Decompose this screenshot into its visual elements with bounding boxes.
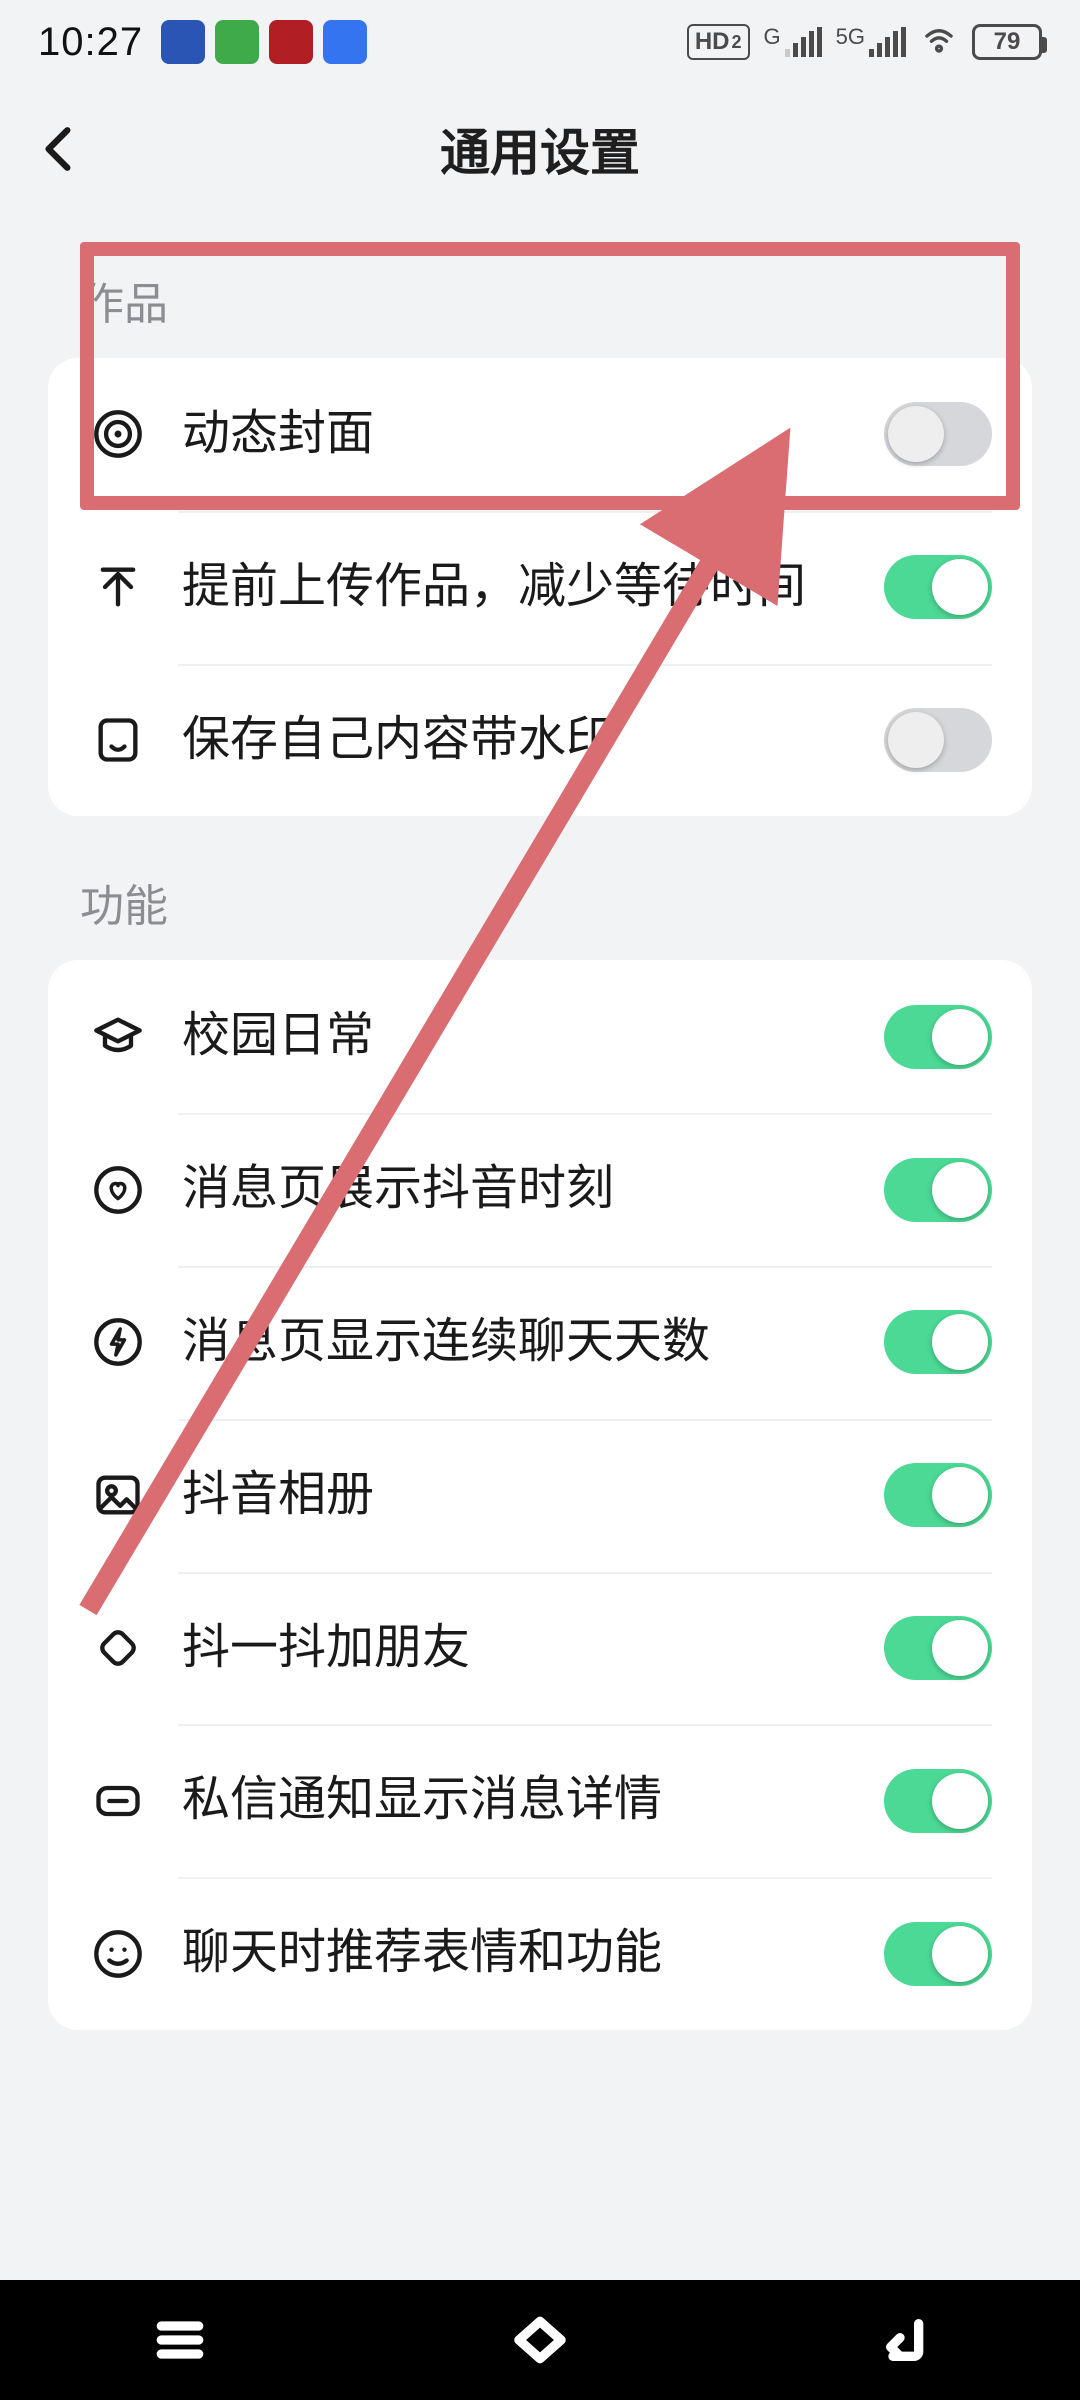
chevron-left-icon <box>34 124 84 174</box>
row-streak[interactable]: 消息页显示连续聊天天数 <box>48 1266 1032 1419</box>
toggle-streak[interactable] <box>884 1310 992 1374</box>
row-campus[interactable]: 校园日常 <box>48 960 1032 1113</box>
row-preupload[interactable]: 提前上传作品，减少等待时间 <box>48 511 1032 664</box>
upload-icon <box>88 557 148 617</box>
section-title-works: 作品 <box>0 214 1080 358</box>
signal-g-label: G <box>764 27 781 47</box>
signal-5g: 5G <box>836 27 906 57</box>
battery-pct: 79 <box>994 28 1021 56</box>
row-label: 提前上传作品，减少等待时间 <box>182 555 850 620</box>
save-icon <box>88 710 148 770</box>
status-app-icon-3 <box>269 20 313 64</box>
status-app-icon-1 <box>161 20 205 64</box>
message-icon <box>88 1771 148 1831</box>
battery: 79 <box>972 24 1042 60</box>
row-dm-detail[interactable]: 私信通知显示消息详情 <box>48 1724 1032 1877</box>
signal-5g-label: 5G <box>836 27 865 47</box>
section-card-features: 校园日常 消息页展示抖音时刻 消息页显示连续聊天天数 抖音相册 <box>48 960 1032 2030</box>
row-label: 动态封面 <box>182 402 850 467</box>
hd-badge-text: HD <box>695 26 730 58</box>
row-album[interactable]: 抖音相册 <box>48 1419 1032 1572</box>
statusbar-left: 10:27 <box>38 20 367 65</box>
row-label: 校园日常 <box>182 1004 850 1069</box>
status-app-icon-4 <box>323 20 367 64</box>
row-label: 抖一抖加朋友 <box>182 1616 850 1681</box>
bolt-circle-icon <box>88 1312 148 1372</box>
status-time: 10:27 <box>38 20 143 65</box>
row-label: 消息页显示连续聊天天数 <box>182 1310 850 1375</box>
emoji-icon <box>88 1924 148 1984</box>
picture-icon <box>88 1465 148 1525</box>
toggle-dynamic-cover[interactable] <box>884 402 992 466</box>
back-icon <box>872 2312 928 2368</box>
row-moments[interactable]: 消息页展示抖音时刻 <box>48 1113 1032 1266</box>
toggle-campus[interactable] <box>884 1005 992 1069</box>
shake-icon <box>88 1618 148 1678</box>
section-title-features: 功能 <box>0 816 1080 960</box>
row-dynamic-cover[interactable]: 动态封面 <box>48 358 1032 511</box>
signal-bars-icon <box>785 27 822 57</box>
toggle-emoji-suggest[interactable] <box>884 1922 992 1986</box>
hd-badge-sub: 2 <box>732 26 742 58</box>
statusbar-right: HD2 G 5G 79 <box>687 24 1042 61</box>
row-label: 抖音相册 <box>182 1463 850 1528</box>
wifi-icon <box>920 24 958 61</box>
statusbar: 10:27 HD2 G 5G 79 <box>0 0 1080 84</box>
hd-badge: HD2 <box>687 24 750 60</box>
sysnav-home[interactable] <box>360 2280 720 2400</box>
navbar: 通用设置 <box>0 84 1080 214</box>
recents-icon <box>152 2312 208 2368</box>
row-label: 消息页展示抖音时刻 <box>182 1157 850 1222</box>
row-label: 聊天时推荐表情和功能 <box>182 1921 850 1986</box>
toggle-preupload[interactable] <box>884 555 992 619</box>
sysnav-recents[interactable] <box>0 2280 360 2400</box>
disc-icon <box>88 404 148 464</box>
graduation-cap-icon <box>88 1007 148 1067</box>
toggle-dm-detail[interactable] <box>884 1769 992 1833</box>
toggle-album[interactable] <box>884 1463 992 1527</box>
sysnav-back[interactable] <box>720 2280 1080 2400</box>
row-watermark[interactable]: 保存自己内容带水印 <box>48 664 1032 817</box>
status-app-icon-2 <box>215 20 259 64</box>
row-label: 私信通知显示消息详情 <box>182 1768 850 1833</box>
page-title: 通用设置 <box>440 113 640 185</box>
status-app-icons <box>161 20 367 64</box>
section-card-works: 动态封面 提前上传作品，减少等待时间 保存自己内容带水印 <box>48 358 1032 816</box>
back-button[interactable] <box>34 124 84 174</box>
home-icon <box>512 2312 568 2368</box>
toggle-watermark[interactable] <box>884 708 992 772</box>
row-emoji-suggest[interactable]: 聊天时推荐表情和功能 <box>48 1877 1032 2030</box>
signal-g: G <box>764 27 822 57</box>
signal-bars-icon <box>869 27 906 57</box>
heart-circle-icon <box>88 1160 148 1220</box>
toggle-shake[interactable] <box>884 1616 992 1680</box>
content-scroll[interactable]: 作品 动态封面 提前上传作品，减少等待时间 保存自己内容带水印 功能 <box>0 214 1080 2220</box>
row-shake[interactable]: 抖一抖加朋友 <box>48 1572 1032 1725</box>
row-label: 保存自己内容带水印 <box>182 708 850 773</box>
system-nav-bar <box>0 2280 1080 2400</box>
toggle-moments[interactable] <box>884 1158 992 1222</box>
